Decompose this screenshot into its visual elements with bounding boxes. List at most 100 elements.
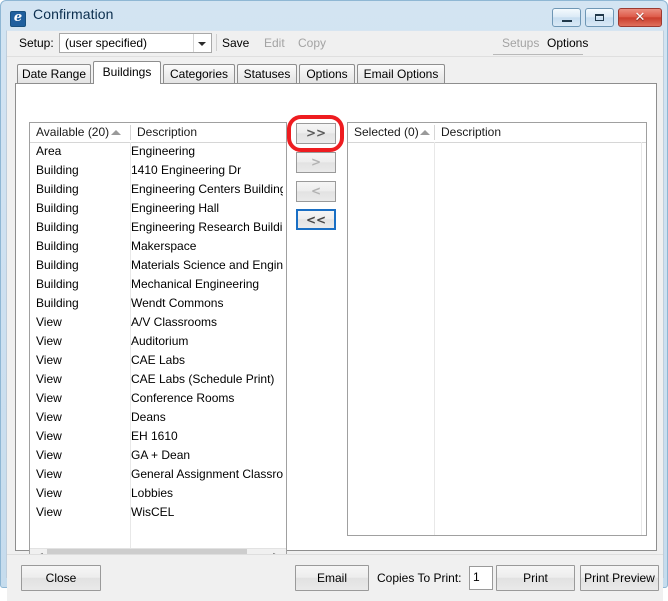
move-all-right-button[interactable]: >> xyxy=(296,123,336,144)
list-item-type: View xyxy=(36,315,62,329)
list-item-type: View xyxy=(36,353,62,367)
list-item[interactable]: View Deans xyxy=(30,408,286,427)
app-icon: e xyxy=(10,10,26,27)
list-item-description: Engineering Centers Building xyxy=(131,182,283,196)
minimize-icon xyxy=(553,9,580,26)
setup-toolbar: Setup: (user specified) Save Edit Copy S… xyxy=(7,31,663,57)
list-item[interactable]: View EH 1610 xyxy=(30,427,286,446)
save-button[interactable]: Save xyxy=(222,36,249,50)
list-item-description: CAE Labs (Schedule Print) xyxy=(131,372,275,386)
chevron-down-icon[interactable] xyxy=(193,34,211,52)
available-listbox[interactable]: Available (20) Description Area Engineeri… xyxy=(29,122,287,567)
copies-to-print-label: Copies To Print: xyxy=(377,571,462,585)
list-item-description: Auditorium xyxy=(131,334,189,348)
window-title: Confirmation xyxy=(33,6,114,22)
list-item[interactable]: View WisCEL xyxy=(30,503,286,522)
selected-rows xyxy=(348,142,646,535)
selected-tab-cap xyxy=(94,83,160,84)
list-item[interactable]: Building Materials Science and Engineerin… xyxy=(30,256,286,275)
options-underline xyxy=(493,54,583,55)
copy-button[interactable]: Copy xyxy=(298,36,326,50)
list-item-description: Makerspace xyxy=(131,239,197,253)
move-all-left-button[interactable]: << xyxy=(296,209,336,230)
app-icon-glyph: e xyxy=(13,10,23,25)
list-item[interactable]: View A/V Classrooms xyxy=(30,313,286,332)
list-item-description: GA + Dean xyxy=(131,448,191,462)
list-item-description: 1410 Engineering Dr xyxy=(131,163,242,177)
list-item[interactable]: View Auditorium xyxy=(30,332,286,351)
maximize-button[interactable] xyxy=(585,8,614,27)
close-icon: ✕ xyxy=(634,10,646,25)
list-item-description: Engineering Hall xyxy=(131,201,220,215)
email-button[interactable]: Email xyxy=(295,565,369,591)
list-item-type: View xyxy=(36,429,62,443)
tab-options[interactable]: Options xyxy=(299,64,355,83)
list-item[interactable]: View GA + Dean xyxy=(30,446,286,465)
close-window-button[interactable]: ✕ xyxy=(618,8,662,27)
setups-button[interactable]: Setups xyxy=(502,36,539,50)
selected-listbox-header: Selected (0) Description xyxy=(348,123,646,143)
list-item[interactable]: View CAE Labs xyxy=(30,351,286,370)
title-bar: e Confirmation ✕ xyxy=(1,1,668,30)
list-item[interactable]: View Conference Rooms xyxy=(30,389,286,408)
confirmation-window: e Confirmation ✕ Setup: (user specified)… xyxy=(0,0,668,601)
list-item-type: View xyxy=(36,448,62,462)
list-item-type: View xyxy=(36,410,62,424)
available-listbox-header: Available (20) Description xyxy=(30,123,286,143)
sort-ascending-icon xyxy=(111,130,121,135)
list-item[interactable]: Building Engineering Research Building xyxy=(30,218,286,237)
minimize-button[interactable] xyxy=(552,8,581,27)
list-item[interactable]: View General Assignment Classrooms xyxy=(30,465,286,484)
list-item[interactable]: Area Engineering xyxy=(30,142,286,161)
footer-bar: Close Email Copies To Print: 1 Print Pri… xyxy=(7,554,663,601)
close-button[interactable]: Close xyxy=(21,565,101,591)
list-item-description: Lobbies xyxy=(131,486,174,500)
available-rows: Area Engineering Building 1410 Engineering … xyxy=(30,142,286,566)
print-button[interactable]: Print xyxy=(496,565,575,591)
toolbar-separator-1 xyxy=(216,34,217,51)
list-item-description: Wendt Commons xyxy=(131,296,224,310)
list-item-type: Building xyxy=(36,220,79,234)
list-item-description: Materials Science and Engineering xyxy=(131,258,283,272)
tab-categories[interactable]: Categories xyxy=(163,64,235,83)
tab-buildings[interactable]: Buildings xyxy=(93,61,161,84)
edit-button[interactable]: Edit xyxy=(264,36,285,50)
list-item-type: Building xyxy=(36,163,79,177)
print-preview-button[interactable]: Print Preview xyxy=(580,565,659,591)
list-item-description: Mechanical Engineering xyxy=(131,277,260,291)
list-item-description: Engineering Research Building xyxy=(131,220,283,234)
list-item[interactable]: Building Mechanical Engineering xyxy=(30,275,286,294)
list-item[interactable]: Building Engineering Centers Building xyxy=(30,180,286,199)
options-button[interactable]: Options xyxy=(547,36,588,50)
copies-to-print-input[interactable]: 1 xyxy=(469,566,493,590)
list-item[interactable]: View CAE Labs (Schedule Print) xyxy=(30,370,286,389)
list-item-type: View xyxy=(36,391,62,405)
tab-statuses[interactable]: Statuses xyxy=(237,64,297,83)
list-item-type: Building xyxy=(36,201,79,215)
move-right-button[interactable]: > xyxy=(296,152,336,173)
list-item[interactable]: View Lobbies xyxy=(30,484,286,503)
list-item[interactable]: Building Makerspace xyxy=(30,237,286,256)
list-item[interactable]: Building Wendt Commons xyxy=(30,294,286,313)
list-item-type: View xyxy=(36,467,62,481)
tab-email-options[interactable]: Email Options xyxy=(357,64,445,83)
available-description-header[interactable]: Description xyxy=(131,123,286,142)
list-item-type: Area xyxy=(36,144,62,158)
selected-listbox[interactable]: Selected (0) Description xyxy=(347,122,647,536)
move-left-button[interactable]: < xyxy=(296,181,336,202)
list-item-description: General Assignment Classrooms xyxy=(131,467,283,481)
maximize-icon xyxy=(586,9,613,26)
list-item-description: WisCEL xyxy=(131,505,175,519)
tab-date-range[interactable]: Date Range xyxy=(17,64,91,83)
list-item[interactable]: Building Engineering Hall xyxy=(30,199,286,218)
list-item-type: View xyxy=(36,334,62,348)
setup-combobox[interactable]: (user specified) xyxy=(59,33,212,53)
list-item-type: Building xyxy=(36,182,79,196)
list-item-type: View xyxy=(36,486,62,500)
client-area: Setup: (user specified) Save Edit Copy S… xyxy=(6,30,664,601)
list-item-type: View xyxy=(36,372,62,386)
list-item-type: Building xyxy=(36,296,79,310)
sort-ascending-icon xyxy=(420,130,430,135)
selected-description-header[interactable]: Description xyxy=(435,123,645,142)
list-item[interactable]: Building 1410 Engineering Dr xyxy=(30,161,286,180)
